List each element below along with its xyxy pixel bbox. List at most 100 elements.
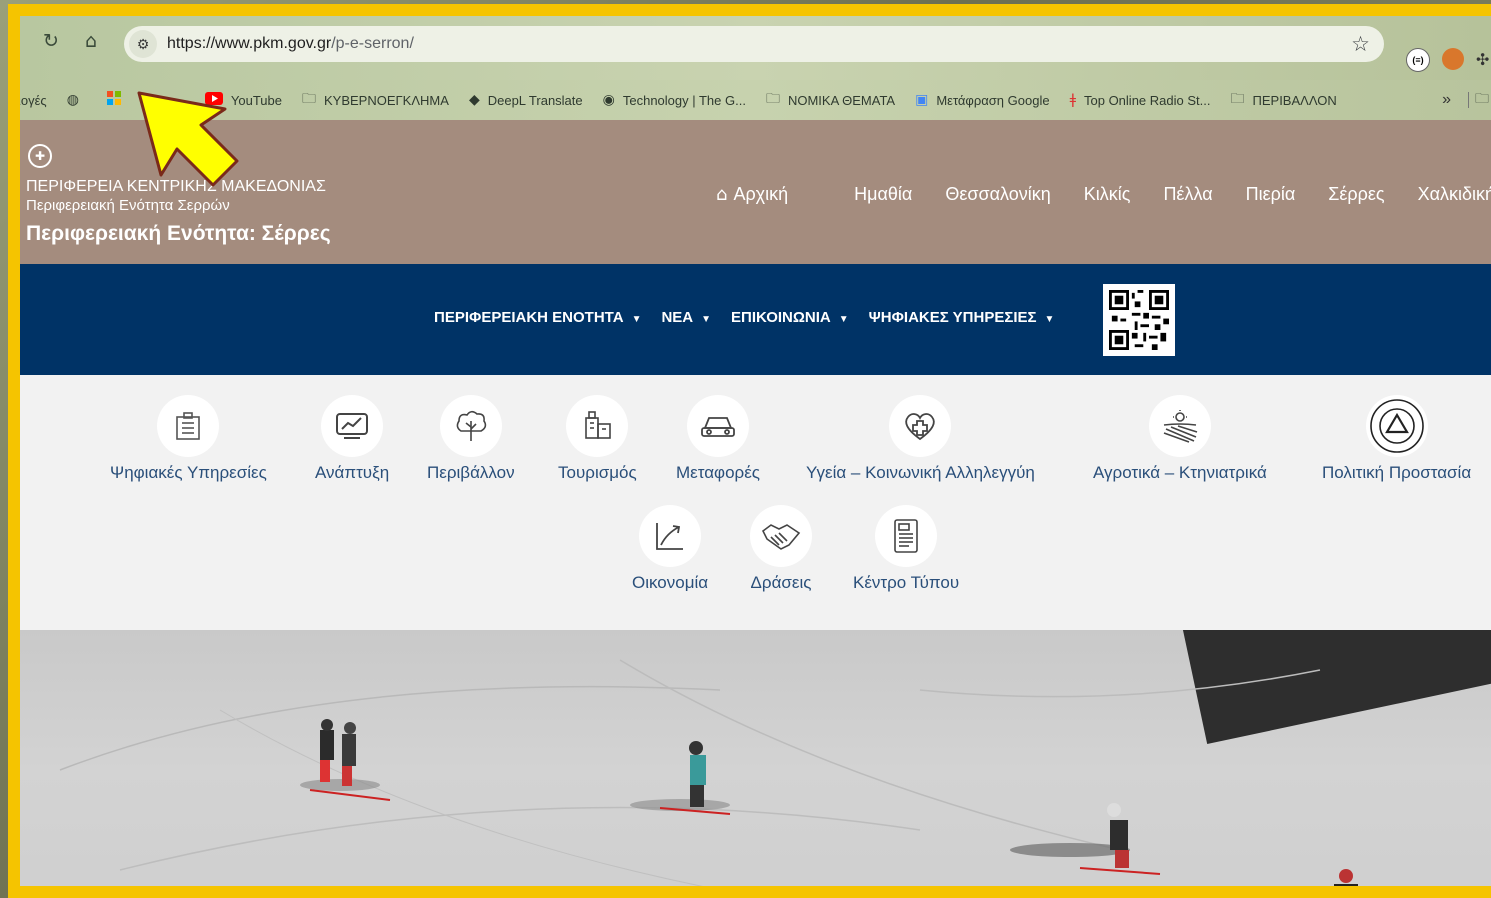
translate-icon: ▣: [915, 92, 929, 108]
category-label: Οικονομία: [632, 573, 709, 592]
category-label: Μεταφορές: [676, 463, 760, 482]
bookmark-label: ΠΕΡΙΒΑΛΛΟΝ: [1252, 92, 1337, 108]
nav-item-thessaloniki[interactable]: Θεσσαλονίκη: [945, 184, 1050, 205]
category-digital-services[interactable]: Ψηφιακές Υπηρεσίες: [110, 395, 267, 483]
nav-item-pella[interactable]: Πέλλα: [1163, 184, 1212, 205]
category-economy[interactable]: Οικονομία: [632, 505, 708, 593]
menu-label: ΝΕΑ: [661, 309, 694, 326]
category-civil-protection[interactable]: Πολιτική Προστασία: [1322, 395, 1471, 483]
bookmark-item[interactable]: ▣ Μετάφραση Google: [915, 92, 1049, 108]
url-text[interactable]: https://www.pkm.gov.gr/p-e-serron/: [167, 35, 414, 53]
menu-label: ΠΕΡΙΦΕΡΕΙΑΚΗ ΕΝΟΤΗΤΑ: [434, 309, 624, 326]
bookmark-star-icon[interactable]: ☆: [1351, 32, 1370, 56]
bookmark-item[interactable]: 🗀 ΚΥΒΕΡΝΟΕΓΚΛΗΜΑ: [302, 88, 449, 112]
folder-icon: 🗀: [302, 91, 316, 107]
bookmark-item[interactable]: ιογές: [18, 92, 47, 108]
annotation-arrow-icon: [137, 91, 239, 187]
menu-label: ΨΗΦΙΑΚΕΣ ΥΠΗΡΕΣΙΕΣ: [868, 309, 1037, 326]
chevron-down-icon: ▼: [838, 314, 849, 325]
category-agriculture[interactable]: Αγροτικά – Κτηνιατρικά: [1093, 395, 1267, 483]
environment-tree-icon: [439, 395, 502, 457]
actions-handshake-icon: [750, 505, 812, 567]
bookmark-item[interactable]: 🗀 ΠΕΡΙΒΑΛΛΟΝ: [1230, 88, 1336, 112]
bookmark-label: Μετάφραση Google: [936, 92, 1050, 108]
bookmark-item[interactable]: ◉ Technology | The G...: [603, 92, 746, 108]
nav-item-kilkis[interactable]: Κιλκίς: [1084, 184, 1131, 205]
agriculture-field-icon: [1148, 395, 1211, 457]
bookmark-label: ΚΥΒΕΡΝΟΕΓΚΛΗΜΑ: [324, 92, 449, 108]
url-host: https://www.pkm.gov.gr: [167, 35, 332, 52]
bookmark-label: Technology | The G...: [622, 92, 746, 108]
nav-item-serres[interactable]: Σέρρες: [1328, 184, 1384, 205]
browser-window: ↻ ⌂ ⚙ https://www.pkm.gov.gr/p-e-serron/…: [8, 4, 1491, 898]
press-news-icon: [875, 505, 938, 567]
category-label: Ψηφιακές Υπηρεσίες: [110, 463, 267, 482]
hero-image: [59, 659, 1358, 886]
org-subtitle: Περιφερειακή Ενότητα Σερρών: [26, 197, 230, 214]
bookmarks-more-icon[interactable]: »: [1442, 91, 1451, 109]
category-label: Πολιτική Προστασία: [1322, 463, 1472, 482]
section-menu-items: ΠΕΡΙΦΕΡΕΙΑΚΗ ΕΝΟΤΗΤΑ ▼ ΝΕΑ ▼ ΕΠΙΚΟΙΝΩΝΙΑ ▼ …: [434, 309, 1074, 326]
bookmark-item[interactable]: 🗀 ΝΟΜΙΚΑ ΘΕΜΑΤΑ: [766, 88, 895, 112]
category-environment[interactable]: Περιβάλλον: [427, 395, 515, 483]
microsoft-icon: [106, 91, 121, 109]
nav-item-chalkidiki[interactable]: Χαλκιδική: [1418, 184, 1491, 205]
category-label: Ανάπτυξη: [315, 463, 390, 482]
category-actions[interactable]: Δράσεις: [750, 505, 812, 593]
url-path: /p-e-serron/: [331, 35, 414, 52]
category-press-center[interactable]: Κέντρο Τύπου: [853, 505, 959, 593]
chevron-down-icon: ▼: [1044, 314, 1055, 325]
category-tourism[interactable]: Τουρισμός: [558, 395, 637, 483]
bookmark-item[interactable]: ◍: [67, 92, 87, 108]
category-label: Δράσεις: [750, 573, 812, 592]
category-development[interactable]: Ανάπτυξη: [315, 395, 389, 483]
extension-icon[interactable]: (≡): [1406, 48, 1430, 72]
bookmark-label: ΝΟΜΙΚΑ ΘΕΜΑΤΑ: [787, 92, 896, 108]
category-label: Περιβάλλον: [427, 463, 515, 482]
tourism-luggage-icon: [566, 395, 629, 457]
deepl-icon: ◆: [468, 92, 480, 108]
category-label: Υγεία – Κοινωνική Αλληλεγγύη: [806, 463, 1035, 482]
menu-contact[interactable]: ΕΠΙΚΟΙΝΩΝΙΑ ▼: [731, 309, 849, 326]
economy-growth-icon: [639, 505, 702, 567]
reload-icon[interactable]: ↻: [38, 28, 64, 54]
chevron-down-icon: ▼: [701, 314, 712, 325]
category-label: Τουρισμός: [558, 463, 637, 482]
category-label: Αγροτικά – Κτηνιατρικά: [1093, 463, 1267, 482]
address-bar[interactable]: ⚙ https://www.pkm.gov.gr/p-e-serron/ ☆: [124, 26, 1384, 62]
extension-avatar-icon[interactable]: [1442, 48, 1464, 70]
menu-regional-unit[interactable]: ΠΕΡΙΦΕΡΕΙΑΚΗ ΕΝΟΤΗΤΑ ▼: [434, 309, 641, 326]
health-heart-icon: [889, 395, 952, 457]
nav-label: Αρχική: [733, 184, 789, 204]
radio-icon: ǂ: [1069, 92, 1076, 108]
civil-protection-icon: [1365, 395, 1428, 457]
menu-digital-services[interactable]: ΨΗΦΙΑΚΕΣ ΥΠΗΡΕΣΙΕΣ ▼: [869, 309, 1055, 326]
transport-car-icon: [686, 395, 749, 457]
bookmark-label: ιογές: [18, 92, 47, 108]
nav-item-imathia[interactable]: Ημαθία: [854, 184, 912, 205]
category-label: Κέντρο Τύπου: [853, 573, 960, 592]
digital-services-icon: [157, 395, 220, 457]
bookmark-item[interactable]: [106, 91, 129, 109]
bookmark-label: Top Online Radio St...: [1084, 92, 1211, 108]
menu-news[interactable]: ΝΕΑ ▼: [661, 309, 711, 326]
category-health[interactable]: Υγεία – Κοινωνική Αλληλεγγύη: [806, 395, 1035, 483]
category-transport[interactable]: Μεταφορές: [676, 395, 760, 483]
bookmark-item[interactable]: ◆ DeepL Translate: [469, 92, 583, 108]
category-grid: Ψηφιακές Υπηρεσίες Ανάπτυξη Περιβάλλον Τ…: [20, 375, 1491, 630]
folder-icon[interactable]: 🗀: [1475, 88, 1489, 112]
bookmark-item[interactable]: ǂ Top Online Radio St...: [1070, 92, 1211, 108]
extensions-puzzle-icon[interactable]: ✣: [1476, 50, 1489, 70]
nav-item-home[interactable]: ⌂ Αρχική: [716, 184, 821, 205]
bookmark-label: DeepL Translate: [487, 92, 583, 108]
hero-banner: [20, 630, 1491, 886]
nav-item-pieria[interactable]: Πιερία: [1246, 184, 1296, 205]
development-chart-icon: [321, 395, 384, 457]
main-nav: ⌂ Αρχική Ημαθία Θεσσαλονίκη Κιλκίς Πέλλα …: [716, 184, 1491, 205]
verge-icon: ◉: [602, 92, 615, 108]
home-icon[interactable]: ⌂: [78, 28, 104, 54]
folder-icon: 🗀: [1230, 91, 1245, 107]
region-logo-icon[interactable]: ✚: [28, 144, 52, 168]
qr-code-icon[interactable]: [1103, 284, 1175, 356]
site-info-icon[interactable]: ⚙: [129, 30, 157, 58]
